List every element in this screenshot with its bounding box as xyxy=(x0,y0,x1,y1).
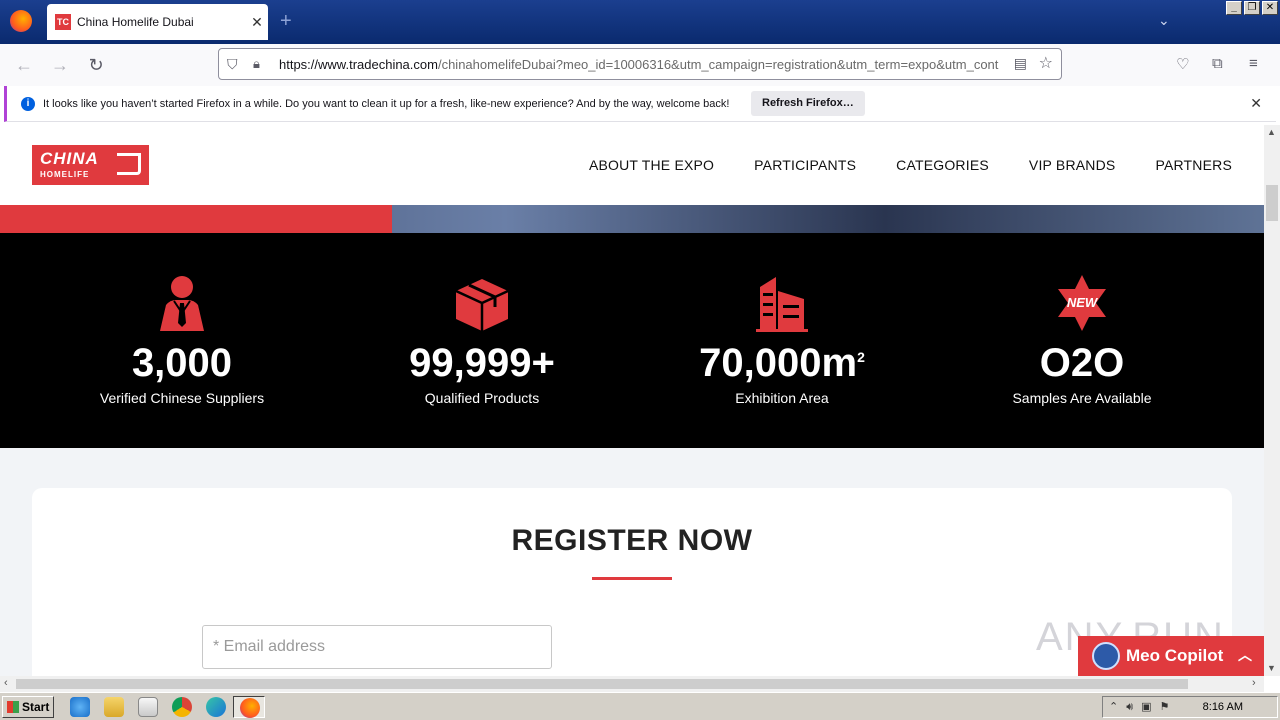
tracking-shield-icon[interactable]: ⛉ xyxy=(227,56,245,73)
minimize-button[interactable]: _ xyxy=(1226,1,1242,15)
firefox-notification-bar: i It looks like you haven’t started Fire… xyxy=(4,86,1276,122)
notification-close-icon[interactable]: ✕ xyxy=(1250,95,1262,112)
info-icon: i xyxy=(21,96,35,111)
reload-icon[interactable]: ↻ xyxy=(84,53,108,77)
stat-label: Samples Are Available xyxy=(1012,390,1152,406)
stat-products: 99,999+ Qualified Products xyxy=(332,233,632,448)
firefox-icon xyxy=(240,698,260,718)
taskbar-clock: 8:16 AM xyxy=(1202,701,1243,713)
windows-taskbar: Start ⌃🔊︎▣⚑ 8:16 AM xyxy=(0,692,1280,720)
nav-partners[interactable]: PARTNERS xyxy=(1155,157,1232,173)
url-host: https://www.tradechina.com xyxy=(279,56,438,72)
scroll-right-icon[interactable]: › xyxy=(1252,677,1256,689)
lock-icon[interactable]: 🔒︎ xyxy=(253,56,269,72)
internet-explorer-icon[interactable] xyxy=(70,697,90,717)
restore-button[interactable]: ❐ xyxy=(1244,1,1260,15)
tab-close-icon[interactable]: ✕ xyxy=(246,14,268,31)
new-badge-text: NEW xyxy=(1067,295,1099,310)
stat-value: 3,000 xyxy=(131,341,233,385)
forward-arrow-icon[interactable]: → xyxy=(48,53,72,77)
bookmark-star-icon[interactable]: ☆ xyxy=(1039,53,1053,73)
tray-icons[interactable]: ⌃🔊︎▣⚑ xyxy=(1109,700,1177,714)
media-player-icon[interactable] xyxy=(138,697,158,717)
taskbar-firefox-active[interactable] xyxy=(233,696,265,718)
chevron-up-icon[interactable]: ︿ xyxy=(1238,645,1252,665)
nav-about-the-expo[interactable]: ABOUT THE EXPO xyxy=(589,157,714,173)
stat-label: Verified Chinese Suppliers xyxy=(99,390,265,406)
stat-o2o: NEW O2O Samples Are Available xyxy=(932,233,1232,448)
reader-view-icon[interactable]: ▤ xyxy=(1014,55,1027,72)
stat-value: O2O xyxy=(1039,341,1125,385)
hero-red-band xyxy=(0,205,392,233)
windows-flag-icon xyxy=(7,701,19,713)
start-label: Start xyxy=(22,700,50,714)
pocket-icon[interactable]: ♡ xyxy=(1176,55,1189,73)
logo-line1: CHINA xyxy=(40,149,99,168)
site-nav: ABOUT THE EXPO PARTICIPANTS CATEGORIES V… xyxy=(589,157,1232,173)
vertical-scroll-thumb[interactable] xyxy=(1266,185,1278,221)
horizontal-scroll-thumb[interactable] xyxy=(16,679,1188,689)
stat-area: 70,000m2 Exhibition Area xyxy=(632,233,932,448)
vertical-scrollbar[interactable]: ▲ ▼ xyxy=(1264,125,1280,676)
refresh-firefox-button[interactable]: Refresh Firefox… xyxy=(751,91,865,116)
nav-vip-brands[interactable]: VIP BRANDS xyxy=(1029,157,1116,173)
extensions-icon[interactable]: ⧉ xyxy=(1212,55,1223,72)
stats-section: 3,000 Verified Chinese Suppliers 99,999+… xyxy=(0,233,1264,448)
url-text[interactable]: https://www.tradechina.com/chinahomelife… xyxy=(279,57,999,72)
stat-label: Qualified Products xyxy=(424,390,540,406)
system-tray: ⌃🔊︎▣⚑ 8:16 AM xyxy=(1102,696,1278,718)
file-explorer-icon[interactable] xyxy=(104,697,124,717)
logo-mark-icon xyxy=(117,153,141,175)
navigation-toolbar: ← → ↻ ⛉ 🔒︎ https://www.tradechina.com/ch… xyxy=(0,44,1280,86)
url-path: /chinahomelifeDubai?meo_id=10006316&utm_… xyxy=(437,56,999,72)
scroll-down-icon[interactable]: ▼ xyxy=(1267,663,1276,673)
stat-value: 70,000m2 xyxy=(632,341,932,386)
browser-tab-strip: TC China Homelife Dubai ✕ + ⌄ _ ❐ ✕ xyxy=(0,0,1280,44)
stat-value-superscript: 2 xyxy=(857,349,865,365)
copilot-label: Meo Copilot xyxy=(1126,646,1224,665)
tradechina-favicon-icon: TC xyxy=(55,14,71,30)
nav-categories[interactable]: CATEGORIES xyxy=(896,157,989,173)
register-title: REGISTER NOW xyxy=(511,524,753,557)
scroll-up-icon[interactable]: ▲ xyxy=(1267,127,1276,137)
list-all-tabs-icon[interactable]: ⌄ xyxy=(1158,12,1170,29)
copilot-robot-icon xyxy=(1092,642,1120,670)
stat-label: Exhibition Area xyxy=(735,390,829,406)
meo-copilot-button[interactable]: Meo Copilot ︿ xyxy=(1078,636,1264,676)
chrome-icon[interactable] xyxy=(172,697,192,717)
stat-value-number: 70,000m xyxy=(699,341,858,385)
back-arrow-icon[interactable]: ← xyxy=(12,53,36,77)
close-window-button[interactable]: ✕ xyxy=(1262,1,1278,15)
web-page: CHINA HOMELIFE ABOUT THE EXPO PARTICIPAN… xyxy=(0,125,1264,676)
building-icon xyxy=(756,277,808,332)
register-divider xyxy=(592,577,672,580)
new-tab-icon[interactable]: + xyxy=(280,10,292,33)
stat-value: 99,999+ xyxy=(409,341,555,385)
logo-line2: HOMELIFE xyxy=(40,170,90,179)
tab-title: China Homelife Dubai xyxy=(77,15,194,29)
tab-china-homelife-dubai[interactable]: TC China Homelife Dubai ✕ xyxy=(47,4,268,40)
china-homelife-logo[interactable]: CHINA HOMELIFE xyxy=(32,145,149,185)
supplier-person-icon xyxy=(160,276,204,331)
site-header: CHINA HOMELIFE ABOUT THE EXPO PARTICIPAN… xyxy=(0,125,1264,205)
product-box-icon xyxy=(455,279,509,331)
edge-icon[interactable] xyxy=(206,697,226,717)
horizontal-scrollbar[interactable]: ‹ › xyxy=(0,676,1264,692)
firefox-menu-icon[interactable] xyxy=(10,10,32,32)
stat-suppliers: 3,000 Verified Chinese Suppliers xyxy=(32,233,332,448)
window-controls: _ ❐ ✕ xyxy=(1226,1,1278,15)
hamburger-menu-icon[interactable]: ≡ xyxy=(1249,55,1258,72)
address-bar[interactable]: ⛉ 🔒︎ https://www.tradechina.com/chinahom… xyxy=(218,48,1062,80)
notification-message: It looks like you haven’t started Firefo… xyxy=(43,97,730,110)
scroll-left-icon[interactable]: ‹ xyxy=(4,677,8,689)
nav-participants[interactable]: PARTICIPANTS xyxy=(754,157,856,173)
new-badge-icon: NEW xyxy=(1058,275,1106,331)
start-button[interactable]: Start xyxy=(2,696,54,718)
email-field[interactable] xyxy=(202,625,552,669)
